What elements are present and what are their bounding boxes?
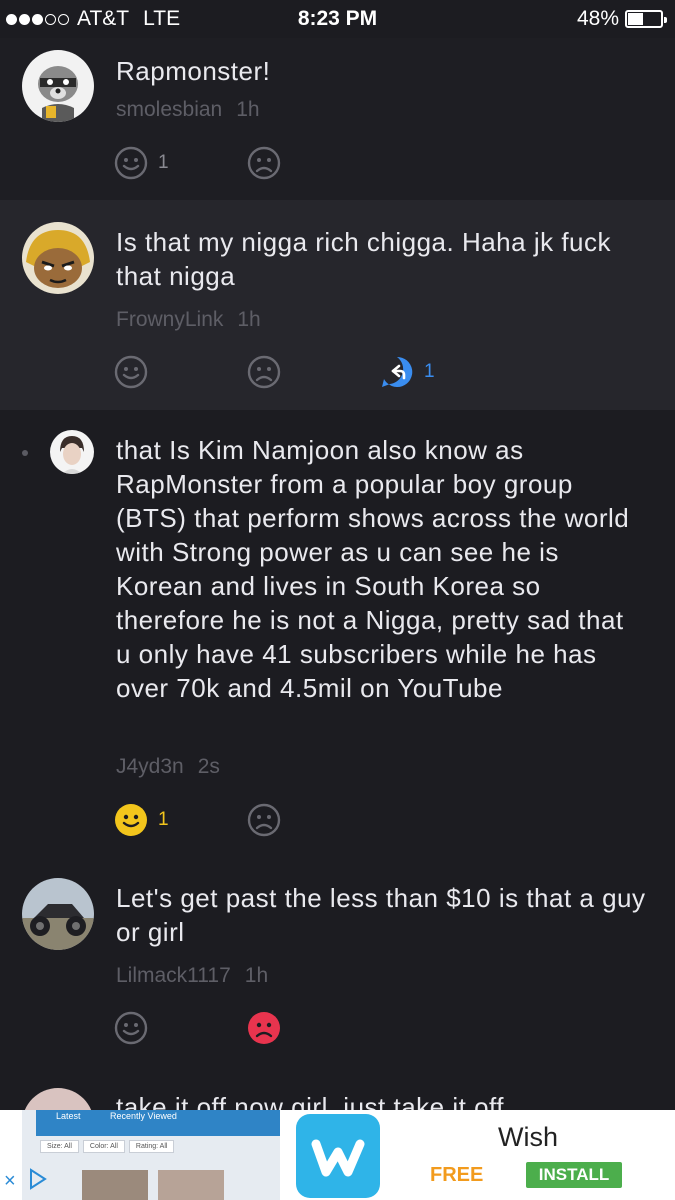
reply-bullet bbox=[22, 450, 28, 456]
smile-icon bbox=[114, 1011, 148, 1045]
comment-meta: FrownyLink 1h bbox=[116, 308, 261, 332]
avatar[interactable] bbox=[22, 222, 94, 294]
comment-time: 1h bbox=[236, 98, 260, 121]
comment-username[interactable]: J4yd3n bbox=[116, 755, 184, 778]
ad-price: FREE bbox=[430, 1164, 484, 1186]
comment-username[interactable]: smolesbian bbox=[116, 98, 222, 121]
avatar[interactable] bbox=[22, 50, 94, 122]
smile-icon bbox=[114, 146, 148, 180]
reply-count: 1 bbox=[424, 361, 435, 382]
comment-meta: smolesbian 1h bbox=[116, 98, 260, 122]
frown-icon bbox=[247, 803, 281, 837]
frown-icon bbox=[247, 355, 281, 389]
comment-text: that Is Kim Namjoon also know as RapMons… bbox=[116, 435, 630, 703]
like-button[interactable]: 1 bbox=[114, 803, 169, 837]
dislike-button[interactable] bbox=[247, 1011, 281, 1045]
ad-tab-latest: Latest bbox=[56, 1111, 81, 1121]
comment: Rapmonster! smolesbian 1h 1 bbox=[0, 38, 675, 200]
frown-icon bbox=[247, 1011, 281, 1045]
like-button[interactable]: 1 bbox=[114, 146, 169, 180]
ad-banner[interactable]: Latest Recently Viewed Size: All Color: … bbox=[0, 1110, 675, 1200]
comment-meta: J4yd3n 2s bbox=[116, 755, 220, 779]
dislike-button[interactable] bbox=[247, 355, 281, 389]
adchoices-icon[interactable] bbox=[28, 1168, 48, 1195]
like-button[interactable] bbox=[114, 355, 148, 389]
ad-filter-size: Size: All bbox=[40, 1140, 79, 1153]
ad-app-name: Wish bbox=[498, 1122, 558, 1152]
avatar[interactable] bbox=[22, 1088, 94, 1110]
comment-time: 1h bbox=[244, 964, 269, 987]
comment: Is that my nigga rich chigga. Haha jk fu… bbox=[0, 200, 675, 410]
comment-time: 1h bbox=[237, 308, 261, 331]
battery-percent: 48% bbox=[576, 7, 619, 30]
ad-tab-recent: Recently Viewed bbox=[110, 1111, 177, 1121]
reply-button[interactable]: 1 bbox=[380, 355, 435, 389]
like-count: 1 bbox=[158, 152, 169, 173]
comment-username[interactable]: Lilmack1117 bbox=[116, 964, 231, 987]
ad-screenshot-tabs: Latest Recently Viewed bbox=[36, 1110, 280, 1136]
close-icon[interactable]: × bbox=[4, 1170, 16, 1193]
avatar[interactable] bbox=[50, 430, 94, 474]
comment-text: Let's get past the less than $10 is that… bbox=[116, 883, 646, 947]
comment-username[interactable]: FrownyLink bbox=[116, 308, 223, 331]
comment-text: Rapmonster! bbox=[116, 56, 271, 86]
comment: Let's get past the less than $10 is that… bbox=[0, 858, 675, 1098]
dislike-button[interactable] bbox=[247, 146, 281, 180]
status-bar: AT&T LTE 8:23 PM 48% bbox=[0, 0, 675, 38]
status-time: 8:23 PM bbox=[297, 7, 378, 30]
like-button[interactable] bbox=[114, 1011, 148, 1045]
comment-time: 2s bbox=[197, 755, 220, 778]
install-button[interactable]: INSTALL bbox=[526, 1162, 622, 1188]
comment-text: Is that my nigga rich chigga. Haha jk fu… bbox=[116, 227, 612, 291]
comment: take it off now girl, just take it off bbox=[0, 1080, 675, 1110]
ad-product-photo bbox=[158, 1170, 224, 1200]
ad-filter-color: Color: All bbox=[82, 1140, 125, 1153]
comment-meta: Lilmack1117 1h bbox=[116, 964, 268, 988]
avatar[interactable] bbox=[22, 878, 94, 950]
reply-comment: that Is Kim Namjoon also know as RapMons… bbox=[0, 410, 675, 858]
like-count: 1 bbox=[158, 809, 169, 830]
wish-logo-icon bbox=[296, 1114, 380, 1198]
frown-icon bbox=[247, 146, 281, 180]
dislike-button[interactable] bbox=[247, 803, 281, 837]
comment-text: take it off now girl, just take it off bbox=[116, 1092, 505, 1110]
ad-product-photo bbox=[82, 1170, 148, 1200]
ad-filter-rating: Rating: All bbox=[128, 1140, 175, 1153]
smile-icon bbox=[114, 355, 148, 389]
smile-icon bbox=[114, 803, 148, 837]
battery-icon bbox=[625, 10, 667, 28]
reply-icon bbox=[380, 355, 414, 389]
ad-app-screenshot: Latest Recently Viewed Size: All Color: … bbox=[22, 1110, 280, 1200]
